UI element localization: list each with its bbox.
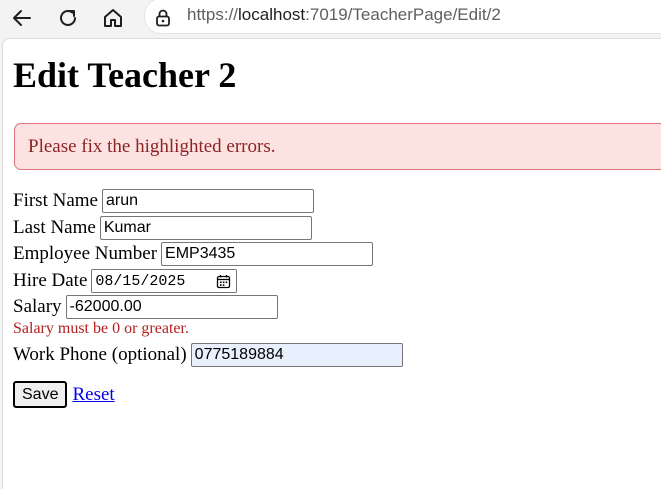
salary-error-message: Salary must be 0 or greater. (13, 320, 189, 337)
last-name-label: Last Name (13, 217, 96, 238)
home-icon (104, 9, 122, 27)
url-host: localhost (238, 5, 306, 24)
work-phone-row: Work Phone (optional) (13, 342, 403, 368)
address-bar[interactable]: https://localhost:7019/TeacherPage/Edit/… (144, 0, 661, 34)
reset-link[interactable]: Reset (72, 384, 114, 406)
hire-date-input[interactable]: 08/15/2025 (91, 269, 238, 293)
employee-number-row: Employee Number (13, 241, 374, 267)
work-phone-input[interactable] (190, 343, 403, 367)
browser-toolbar: https://localhost:7019/TeacherPage/Edit/… (0, 0, 661, 38)
url-path: :7019/TeacherPage/Edit/2 (305, 5, 501, 24)
employee-number-input[interactable] (161, 242, 374, 266)
url-scheme: https:// (187, 5, 239, 24)
reload-icon (60, 9, 76, 26)
save-button[interactable]: Save (13, 381, 68, 408)
calendar-icon[interactable] (216, 274, 231, 289)
form-actions: Save Reset (13, 381, 115, 408)
last-name-input[interactable] (99, 216, 312, 240)
employee-number-label: Employee Number (13, 243, 158, 264)
salary-row: Salary (13, 294, 278, 320)
back-arrow-icon (13, 10, 31, 26)
hire-date-label: Hire Date (13, 270, 88, 291)
back-button[interactable] (7, 3, 37, 33)
first-name-input[interactable] (101, 189, 314, 213)
hire-date-row: Hire Date 08/15/2025 (13, 268, 238, 294)
page-viewport: Edit Teacher 2 Please fix the highlighte… (2, 38, 661, 489)
salary-label: Salary (13, 296, 62, 317)
validation-alert-text: Please fix the highlighted errors. (28, 136, 276, 157)
salary-input[interactable] (65, 295, 278, 319)
first-name-row: First Name (13, 188, 314, 214)
first-name-label: First Name (13, 190, 98, 211)
validation-alert: Please fix the highlighted errors. (14, 123, 661, 170)
url-text: https://localhost:7019/TeacherPage/Edit/… (187, 5, 501, 25)
last-name-row: Last Name (13, 215, 312, 241)
home-button[interactable] (98, 3, 128, 33)
site-info-icon[interactable] (153, 8, 173, 28)
work-phone-label: Work Phone (optional) (13, 344, 187, 365)
page-title: Edit Teacher 2 (13, 55, 237, 95)
reload-button[interactable] (53, 3, 83, 33)
hire-date-value: 08/15/2025 (95, 272, 186, 290)
